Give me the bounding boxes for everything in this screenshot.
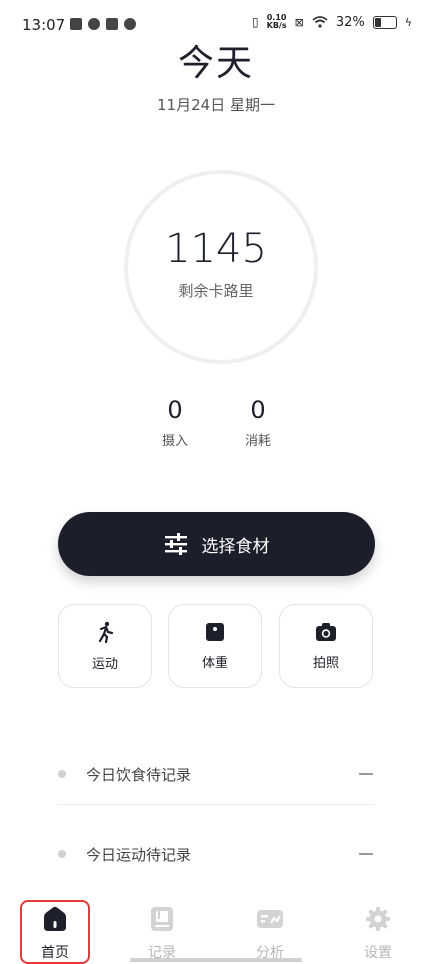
intake-value: 0	[167, 396, 183, 424]
running-icon	[98, 621, 114, 643]
scale-icon	[206, 622, 224, 641]
mail-icon	[70, 18, 82, 30]
burn-label: 消耗	[244, 434, 271, 449]
dash-icon	[359, 853, 373, 855]
battery-icon	[372, 15, 397, 29]
status-dot	[58, 850, 66, 858]
intake-label: 摄入	[161, 434, 188, 449]
highlight-box	[20, 900, 90, 964]
status-dot	[58, 770, 66, 778]
remaining-calories-value: 1145	[165, 226, 267, 272]
status-time: 13:07	[22, 16, 66, 34]
diet-record-label: 今日饮食待记录	[86, 765, 192, 784]
weight-button[interactable]: 体重	[168, 604, 262, 688]
battery-percent: 32%	[335, 14, 365, 30]
app-icon	[106, 18, 118, 30]
page-date: 11月24日 星期一	[157, 96, 275, 114]
exercise-record-label: 今日运动待记录	[86, 845, 192, 864]
book-icon	[151, 907, 173, 931]
burn-stat: 0 消耗	[228, 396, 288, 449]
chat-icon	[124, 18, 136, 30]
divider	[58, 804, 375, 805]
photo-button[interactable]: 拍照	[279, 604, 373, 688]
camera-icon	[316, 622, 336, 641]
wifi-icon	[312, 16, 328, 28]
exercise-record-item[interactable]: 今日运动待记录	[58, 834, 375, 874]
select-food-button[interactable]: 选择食材	[58, 512, 375, 576]
intake-stat: 0 摄入	[145, 396, 205, 449]
remaining-calories-label: 剩余卡路里	[178, 282, 254, 300]
check-icon	[88, 18, 100, 30]
sim-icon: ⊠	[294, 15, 304, 29]
analysis-icon	[257, 910, 283, 928]
select-food-label: 选择食材	[201, 536, 270, 557]
nav-records[interactable]: 记录	[127, 906, 197, 962]
notification-icons	[70, 18, 136, 30]
home-indicator[interactable]	[130, 958, 302, 962]
nav-analysis[interactable]: 分析	[235, 906, 305, 962]
exercise-button[interactable]: 运动	[58, 604, 152, 688]
dash-icon	[359, 773, 373, 775]
vibrate-icon: ▯	[252, 15, 259, 29]
status-right: ▯ 0.10 KB/s ⊠ 32% ϟ	[252, 14, 412, 30]
charging-icon: ϟ	[404, 15, 412, 29]
battery-fill	[374, 17, 381, 27]
photo-label: 拍照	[312, 655, 339, 671]
exercise-label: 运动	[91, 656, 118, 672]
nav-settings[interactable]: 设置	[343, 906, 413, 962]
page-title: 今天	[177, 43, 254, 84]
network-speed: 0.10 KB/s	[266, 13, 287, 30]
diet-record-item[interactable]: 今日饮食待记录	[58, 754, 375, 794]
weight-label: 体重	[201, 655, 228, 671]
burn-value: 0	[250, 396, 266, 424]
gear-icon	[366, 907, 390, 931]
nav-settings-label: 设置	[364, 945, 392, 961]
sliders-icon	[164, 533, 187, 555]
